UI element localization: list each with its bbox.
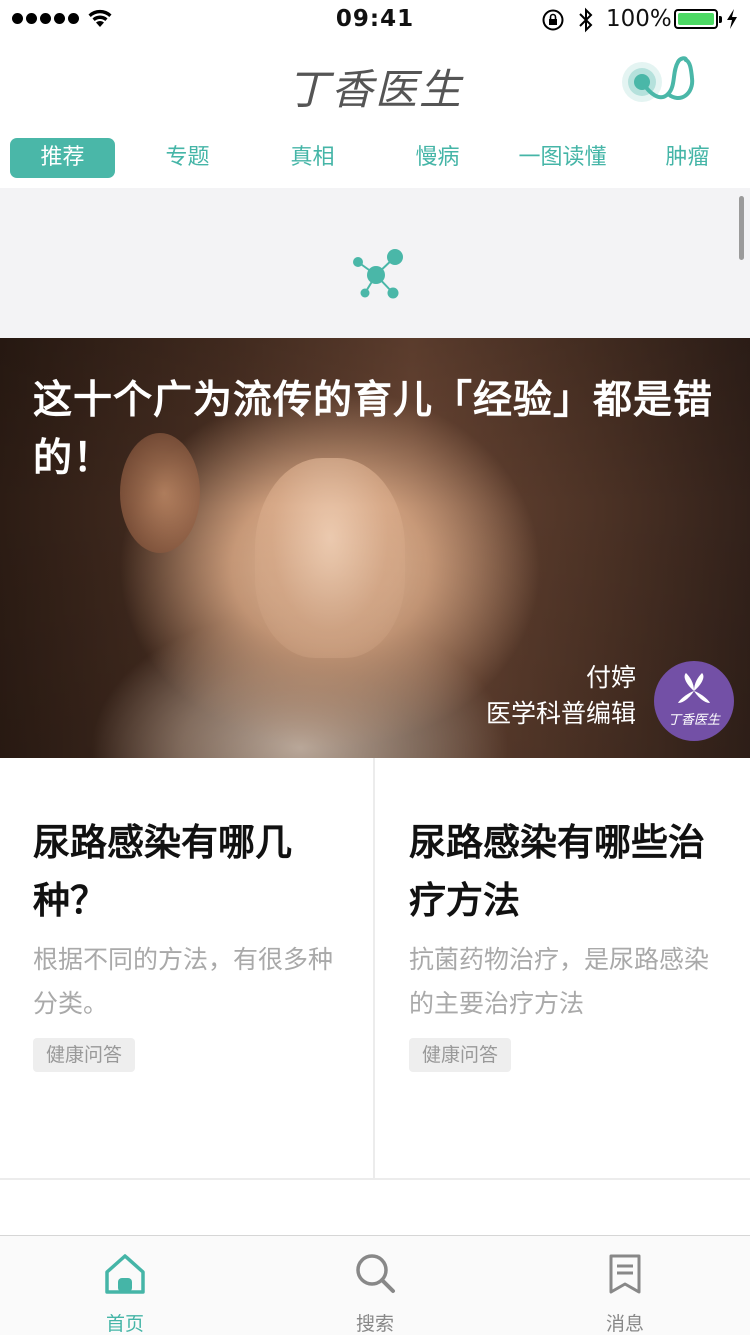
tabbar-search[interactable]: 搜索 [250, 1236, 500, 1335]
card-title: 尿路感染有哪几种？ [33, 821, 292, 922]
tab-recommend[interactable]: 推荐 [10, 138, 115, 178]
bottom-tab-bar: 首页 搜索 消息 [0, 1235, 750, 1335]
battery-percent: 100% [606, 6, 672, 32]
tab-chronic[interactable]: 慢病 [385, 138, 490, 178]
tab-tumor[interactable]: 肿瘤 [635, 138, 740, 178]
article-cards: 尿路感染有哪几种？ 根据不同的方法，有很多种分类。 健康问答 尿路感染有哪些治疗… [0, 758, 750, 1180]
battery-icon [674, 9, 722, 29]
author-avatar[interactable]: 丁香医生 [654, 661, 734, 741]
card-tag[interactable]: 健康问答 [409, 1038, 512, 1072]
badge-text: 丁香医生 [667, 713, 720, 728]
card-title: 尿路感染有哪些治疗方法 [409, 821, 705, 922]
tabbar-home[interactable]: 首页 [0, 1236, 250, 1335]
tab-truth[interactable]: 真相 [260, 138, 365, 178]
hero-author: 付婷 医学科普编辑 [486, 660, 636, 732]
rotation-lock-icon [542, 9, 564, 31]
author-name: 付婷 [585, 663, 636, 692]
card-description: 抗菌药物治疗，是尿路感染的主要治疗方法 [409, 945, 710, 1018]
article-card[interactable]: 尿路感染有哪些治疗方法 抗菌药物治疗，是尿路感染的主要治疗方法 健康问答 [376, 758, 750, 1178]
tab-topics[interactable]: 专题 [135, 138, 240, 178]
nav-bar: 丁香医生 [0, 40, 750, 130]
tabbar-label: 首页 [105, 1313, 144, 1335]
author-role: 医学科普编辑 [485, 699, 636, 728]
scrollbar[interactable] [739, 196, 744, 260]
article-card[interactable]: 尿路感染有哪几种？ 根据不同的方法，有很多种分类。 健康问答 [0, 758, 375, 1178]
tab-infographic[interactable]: 一图读懂 [500, 138, 625, 178]
hero-article[interactable]: 这十个广为流传的育儿「经验」都是错的！ 付婷 医学科普编辑 丁香医生 [0, 338, 750, 758]
clove-flower-icon [678, 673, 710, 703]
molecule-loading-icon [353, 249, 403, 299]
home-icon [105, 1254, 145, 1294]
tabbar-label: 消息 [605, 1313, 644, 1335]
status-bar: 09:41 100% [0, 0, 750, 40]
category-tabs: 推荐 专题 真相 慢病 一图读懂 肿瘤 [0, 138, 750, 180]
card-description: 根据不同的方法，有很多种分类。 [33, 945, 334, 1018]
tabbar-messages[interactable]: 消息 [500, 1236, 750, 1335]
card-tag[interactable]: 健康问答 [33, 1038, 136, 1072]
hero-title: 这十个广为流传的育儿「经验」都是错的！ [33, 378, 714, 481]
search-icon [356, 1254, 395, 1293]
message-icon [609, 1254, 641, 1294]
charging-icon [727, 9, 737, 29]
stethoscope-icon[interactable] [620, 54, 700, 114]
bluetooth-icon [579, 7, 593, 33]
tabbar-label: 搜索 [355, 1313, 394, 1335]
